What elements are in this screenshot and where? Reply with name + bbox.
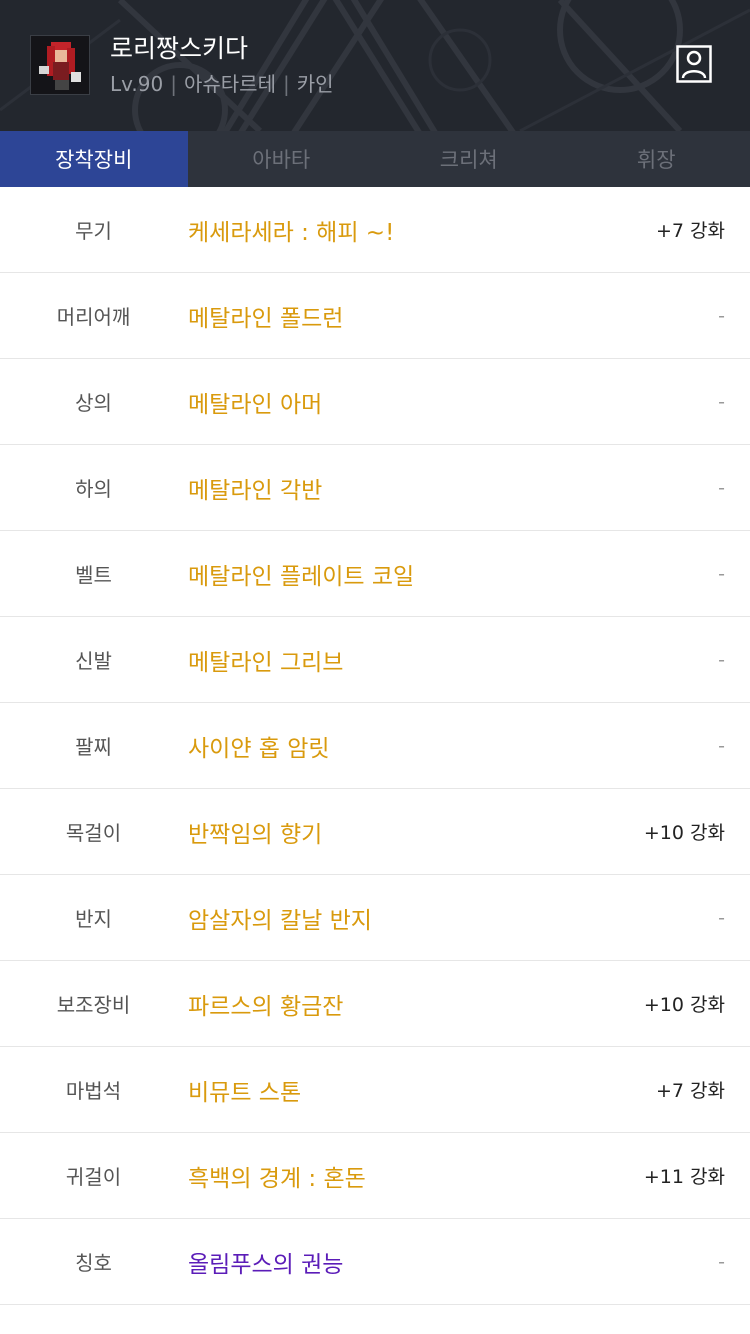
- equipment-item-name[interactable]: 메탈라인 폴드런: [188, 273, 343, 358]
- tab-bar: 장착장비 아바타 크리쳐 휘장: [0, 131, 750, 187]
- equipment-row[interactable]: 귀걸이 흑백의 경계 : 혼돈 +11 강화: [0, 1133, 750, 1219]
- equipment-slot-label: 칭호: [75, 1251, 112, 1275]
- equipment-item-name[interactable]: 비뮤트 스톤: [188, 1047, 301, 1132]
- character-server: 아슈타르테: [183, 72, 276, 96]
- equipment-row[interactable]: 머리어깨 메탈라인 폴드런 -: [0, 273, 750, 359]
- equipment-row[interactable]: 신발 메탈라인 그리브 -: [0, 617, 750, 703]
- equipment-enhance-level: -: [718, 304, 725, 327]
- equipment-row[interactable]: 하의 메탈라인 각반 -: [0, 445, 750, 531]
- equipment-slot-label: 마법석: [65, 1079, 122, 1103]
- character-avatar: [30, 35, 90, 95]
- equipment-item-name[interactable]: 메탈라인 각반: [188, 445, 322, 530]
- equipment-slot-label: 귀걸이: [65, 1165, 122, 1189]
- character-class: 카인: [296, 72, 334, 96]
- equipment-row[interactable]: 상의 메탈라인 아머 -: [0, 359, 750, 445]
- equipment-item-name[interactable]: 암살자의 칼날 반지: [188, 875, 372, 960]
- equipment-enhance-level: +11 강화: [643, 1166, 725, 1188]
- equipment-enhance-level: -: [718, 390, 725, 413]
- equipment-slot-label: 벨트: [75, 563, 112, 587]
- equipment-slot-label: 반지: [75, 907, 112, 931]
- equipment-enhance-level: -: [718, 734, 725, 757]
- equipment-item-name[interactable]: 파르스의 황금잔: [188, 961, 343, 1046]
- character-name: 로리짱스키다: [110, 34, 249, 63]
- equipment-row[interactable]: 반지 암살자의 칼날 반지 -: [0, 875, 750, 961]
- equipment-slot-label: 팔찌: [75, 735, 112, 759]
- character-info: Lv.90 | 아슈타르테 | 카인: [110, 70, 334, 98]
- profile-icon[interactable]: [676, 45, 712, 83]
- tab-emblem[interactable]: 휘장: [563, 131, 750, 187]
- equipment-enhance-level: -: [718, 562, 725, 585]
- equipment-item-name[interactable]: 메탈라인 플레이트 코일: [188, 531, 414, 616]
- equipment-row[interactable]: 벨트 메탈라인 플레이트 코일 -: [0, 531, 750, 617]
- tab-equipment[interactable]: 장착장비: [0, 131, 188, 187]
- equipment-slot-label: 보조장비: [56, 993, 131, 1017]
- equipment-item-name[interactable]: 사이얀 홉 암릿: [188, 703, 330, 788]
- equipment-slot-label: 무기: [75, 219, 112, 243]
- equipment-enhance-level: +10 강화: [643, 994, 725, 1016]
- equipment-slot-label: 신발: [75, 649, 112, 673]
- equipment-row[interactable]: 보조장비 파르스의 황금잔 +10 강화: [0, 961, 750, 1047]
- equipment-enhance-level: -: [718, 1250, 725, 1273]
- equipment-item-name[interactable]: 반짝임의 향기: [188, 789, 322, 874]
- equipment-enhance-level: +7 강화: [655, 1080, 725, 1102]
- equipment-row[interactable]: 팔찌 사이얀 홉 암릿 -: [0, 703, 750, 789]
- separator: |: [282, 72, 290, 96]
- equipment-enhance-level: +10 강화: [643, 822, 725, 844]
- equipment-slot-label: 머리어깨: [56, 305, 131, 329]
- equipment-list: 무기 케세라세라 : 해피 ~! +7 강화 머리어깨 메탈라인 폴드런 - 상의 메탈라인 …: [0, 187, 750, 1305]
- equipment-item-name[interactable]: 메탈라인 그리브: [188, 617, 343, 702]
- equipment-row[interactable]: 칭호 올림푸스의 권능 -: [0, 1219, 750, 1305]
- separator: |: [170, 72, 177, 96]
- equipment-row[interactable]: 마법석 비뮤트 스톤 +7 강화: [0, 1047, 750, 1133]
- equipment-item-name[interactable]: 흑백의 경계 : 혼돈: [188, 1133, 366, 1218]
- tab-avatar[interactable]: 아바타: [188, 131, 376, 187]
- equipment-slot-label: 상의: [75, 391, 112, 415]
- equipment-item-name[interactable]: 메탈라인 아머: [188, 359, 322, 444]
- equipment-enhance-level: -: [718, 648, 725, 671]
- equipment-enhance-level: -: [718, 476, 725, 499]
- character-header: 로리짱스키다 Lv.90 | 아슈타르테 | 카인: [0, 0, 750, 131]
- character-level: Lv.90: [110, 72, 164, 96]
- equipment-slot-label: 목걸이: [65, 821, 122, 845]
- equipment-row[interactable]: 무기 케세라세라 : 해피 ~! +7 강화: [0, 187, 750, 273]
- equipment-enhance-level: -: [718, 906, 725, 929]
- equipment-slot-label: 하의: [75, 477, 112, 501]
- equipment-row[interactable]: 목걸이 반짝임의 향기 +10 강화: [0, 789, 750, 875]
- equipment-enhance-level: +7 강화: [655, 220, 725, 242]
- tab-creature[interactable]: 크리쳐: [375, 131, 563, 187]
- equipment-item-name[interactable]: 케세라세라 : 해피 ~!: [188, 187, 394, 272]
- equipment-item-name[interactable]: 올림푸스의 권능: [188, 1219, 343, 1304]
